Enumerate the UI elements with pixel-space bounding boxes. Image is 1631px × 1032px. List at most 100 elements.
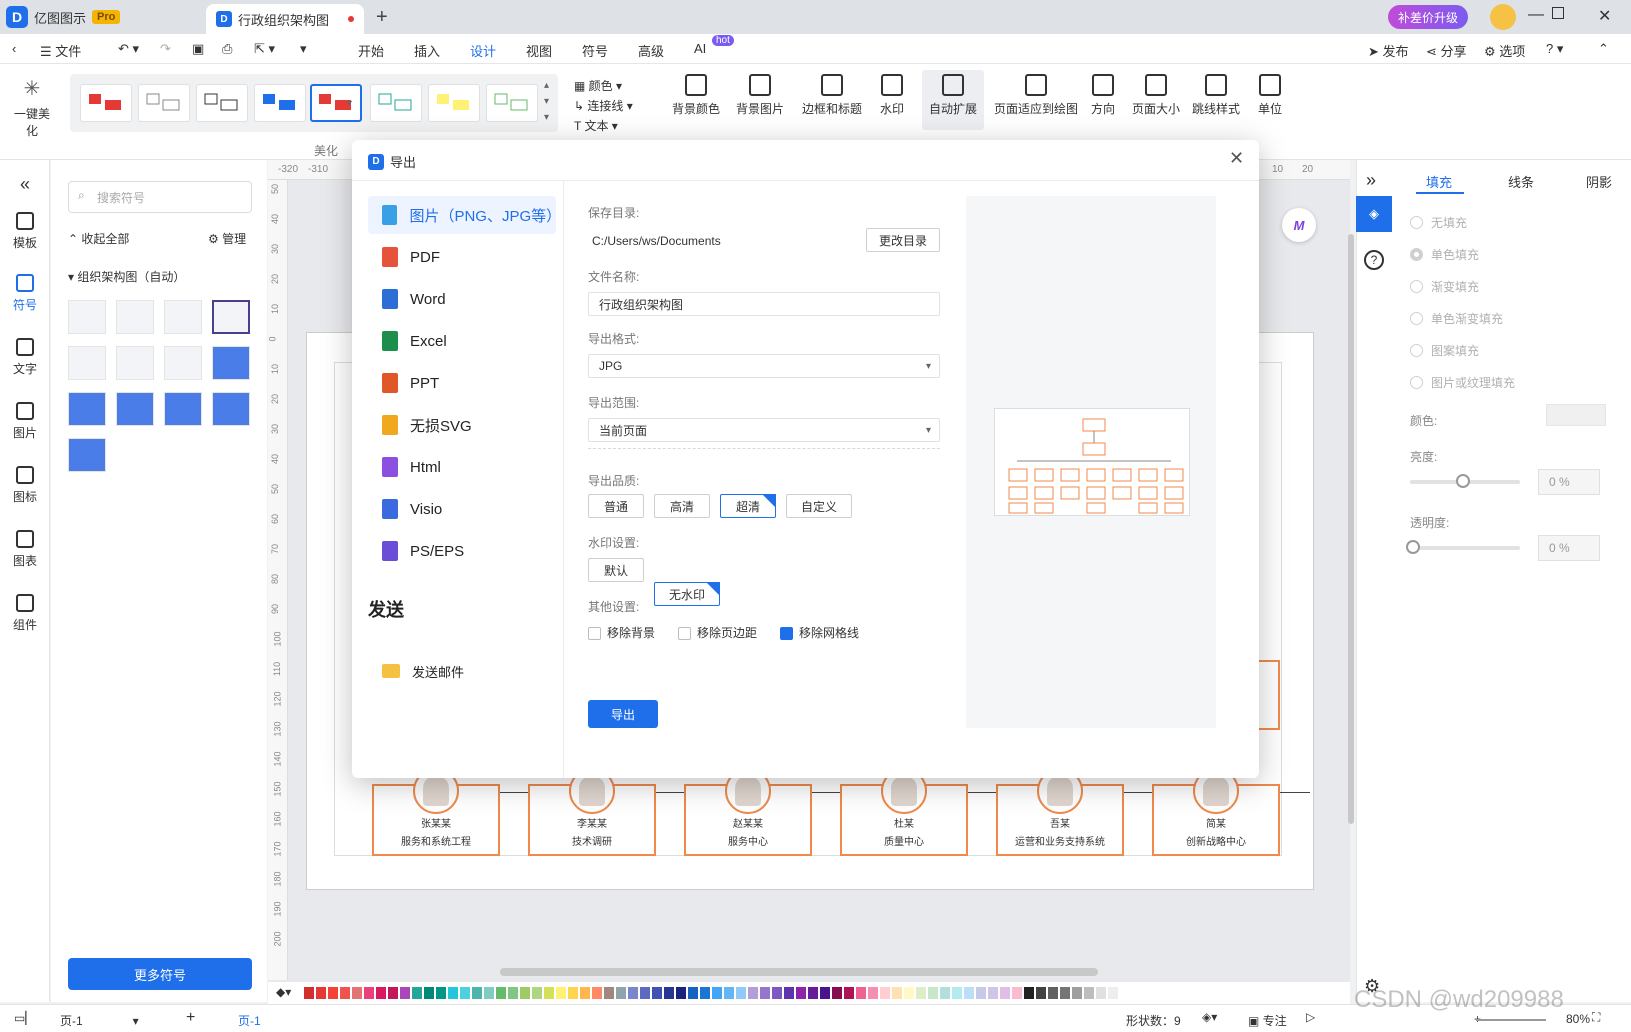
avatar[interactable] <box>1490 4 1516 30</box>
more-icon[interactable]: ▾ <box>300 41 307 57</box>
sidebar-item-icon[interactable]: 图标 <box>0 466 50 505</box>
fill-bucket-icon[interactable]: ◆▾ <box>276 985 291 999</box>
beautify-button[interactable]: ✳ 一键美化 <box>12 76 52 139</box>
color-swatch[interactable] <box>1024 987 1034 999</box>
color-swatch[interactable] <box>568 987 578 999</box>
symbol-item[interactable] <box>212 300 250 334</box>
share-button[interactable]: ⋖ 分享 <box>1426 41 1467 60</box>
expand-panel-icon[interactable]: » <box>1366 170 1376 191</box>
fill-paint-icon[interactable]: ◈ <box>1356 196 1392 232</box>
layers-icon[interactable]: ◈▾ <box>1202 1010 1217 1024</box>
help-icon[interactable]: ? ▾ <box>1546 41 1563 57</box>
menu-advanced[interactable]: 高级 <box>638 41 664 60</box>
color-swatch[interactable] <box>436 987 446 999</box>
color-swatch[interactable] <box>508 987 518 999</box>
brightness-input[interactable]: 0 % <box>1538 469 1600 495</box>
page-select-dropdown[interactable]: 页-1 ▾ <box>60 1012 139 1029</box>
transparency-input[interactable]: 0 % <box>1538 535 1600 561</box>
color-swatch[interactable] <box>904 987 914 999</box>
symbol-item[interactable] <box>68 392 106 426</box>
color-swatch[interactable] <box>376 987 386 999</box>
color-swatch[interactable] <box>448 987 458 999</box>
minimize-icon[interactable]: — <box>1528 6 1544 24</box>
quality-normal-button[interactable]: 普通 <box>588 494 644 518</box>
symbol-item[interactable] <box>164 392 202 426</box>
color-swatch[interactable] <box>748 987 758 999</box>
org-node[interactable]: 吾某 运营和业务支持系统 <box>996 768 1124 856</box>
sidebar-item-symbol[interactable]: 符号 <box>0 274 50 313</box>
page-list-icon[interactable]: ▭▏ <box>14 1011 35 1025</box>
format-excel[interactable]: Excel <box>368 322 556 360</box>
color-swatch[interactable] <box>736 987 746 999</box>
color-swatch[interactable] <box>760 987 770 999</box>
symbol-item[interactable] <box>68 438 106 472</box>
color-swatch[interactable] <box>364 987 374 999</box>
sidebar-item-chart[interactable]: 图表 <box>0 530 50 569</box>
color-swatch[interactable] <box>952 987 962 999</box>
transparency-slider-handle[interactable] <box>1406 540 1420 554</box>
color-swatch[interactable] <box>628 987 638 999</box>
color-swatch[interactable] <box>544 987 554 999</box>
category-org-chart[interactable]: ▾ 组织架构图（自动） <box>68 268 185 285</box>
transparency-slider[interactable] <box>1410 546 1520 550</box>
remove-bg-checkbox[interactable]: 移除背景 <box>588 624 655 641</box>
color-swatch[interactable] <box>640 987 650 999</box>
theme-6[interactable] <box>370 84 422 122</box>
watermark-none-button[interactable]: 无水印 <box>654 582 720 606</box>
connector-dropdown[interactable]: ↳ 连接线 ▾ <box>574 96 633 116</box>
org-node[interactable]: 简某 创新战略中心 <box>1152 768 1280 856</box>
horizontal-scrollbar[interactable] <box>500 968 1098 976</box>
org-node[interactable]: 李某某 技术调研 <box>528 768 656 856</box>
export-button[interactable]: 导出 <box>588 700 658 728</box>
print-icon[interactable]: ⎙ <box>222 41 232 57</box>
color-swatch[interactable] <box>688 987 698 999</box>
color-swatch[interactable] <box>1036 987 1046 999</box>
color-swatch[interactable] <box>616 987 626 999</box>
border-title-button[interactable]: 边框和标题 <box>796 74 868 117</box>
symbol-item[interactable] <box>116 300 154 334</box>
theme-2[interactable] <box>138 84 190 122</box>
publish-button[interactable]: ➤ 发布 <box>1368 41 1409 60</box>
color-swatch[interactable] <box>484 987 494 999</box>
option-mono-gradient-fill[interactable]: 单色渐变填充 <box>1410 310 1503 327</box>
color-swatch[interactable] <box>880 987 890 999</box>
color-swatch[interactable] <box>460 987 470 999</box>
fit-window-icon[interactable]: ⛶ <box>1592 1010 1600 1025</box>
dialog-close-icon[interactable]: ✕ <box>1229 148 1244 169</box>
color-swatch[interactable] <box>1072 987 1082 999</box>
maximize-icon[interactable] <box>1552 7 1564 19</box>
color-swatch[interactable] <box>556 987 566 999</box>
tab-shadow[interactable]: 阴影 <box>1586 172 1612 191</box>
format-svg[interactable]: 无损SVG <box>368 406 556 444</box>
theme-4[interactable] <box>254 84 306 122</box>
color-swatch[interactable] <box>496 987 506 999</box>
color-swatch[interactable] <box>652 987 662 999</box>
menu-design[interactable]: 设计 <box>470 41 497 67</box>
tab-fill[interactable]: 填充 <box>1426 172 1452 191</box>
document-tab[interactable]: D 行政组织架构图 <box>206 4 364 34</box>
color-swatch[interactable] <box>784 987 794 999</box>
theme-scroll-icon[interactable]: ▴ ▾ ▾ <box>544 78 549 126</box>
color-swatch[interactable] <box>856 987 866 999</box>
color-swatch[interactable] <box>664 987 674 999</box>
color-swatch[interactable] <box>340 987 350 999</box>
text-dropdown[interactable]: T 文本 ▾ <box>574 116 633 136</box>
color-swatch[interactable] <box>796 987 806 999</box>
sidebar-item-image[interactable]: 图片 <box>0 402 50 441</box>
watermark-button[interactable]: 水印 <box>872 74 912 117</box>
color-swatch[interactable] <box>328 987 338 999</box>
unit-button[interactable]: 单位 <box>1254 74 1286 117</box>
add-page-icon[interactable]: + <box>186 1009 195 1027</box>
theme-7[interactable] <box>428 84 480 122</box>
search-input[interactable]: 搜索符号 <box>68 181 252 213</box>
quality-custom-button[interactable]: 自定义 <box>786 494 852 518</box>
option-no-fill[interactable]: 无填充 <box>1410 214 1467 231</box>
color-swatch[interactable] <box>772 987 782 999</box>
theme-3[interactable] <box>196 84 248 122</box>
theme-1[interactable] <box>80 84 132 122</box>
color-swatch[interactable] <box>928 987 938 999</box>
color-swatch[interactable] <box>592 987 602 999</box>
color-swatch[interactable] <box>412 987 422 999</box>
color-swatch[interactable] <box>316 987 326 999</box>
format-image[interactable]: 图片（PNG、JPG等） <box>368 196 561 234</box>
